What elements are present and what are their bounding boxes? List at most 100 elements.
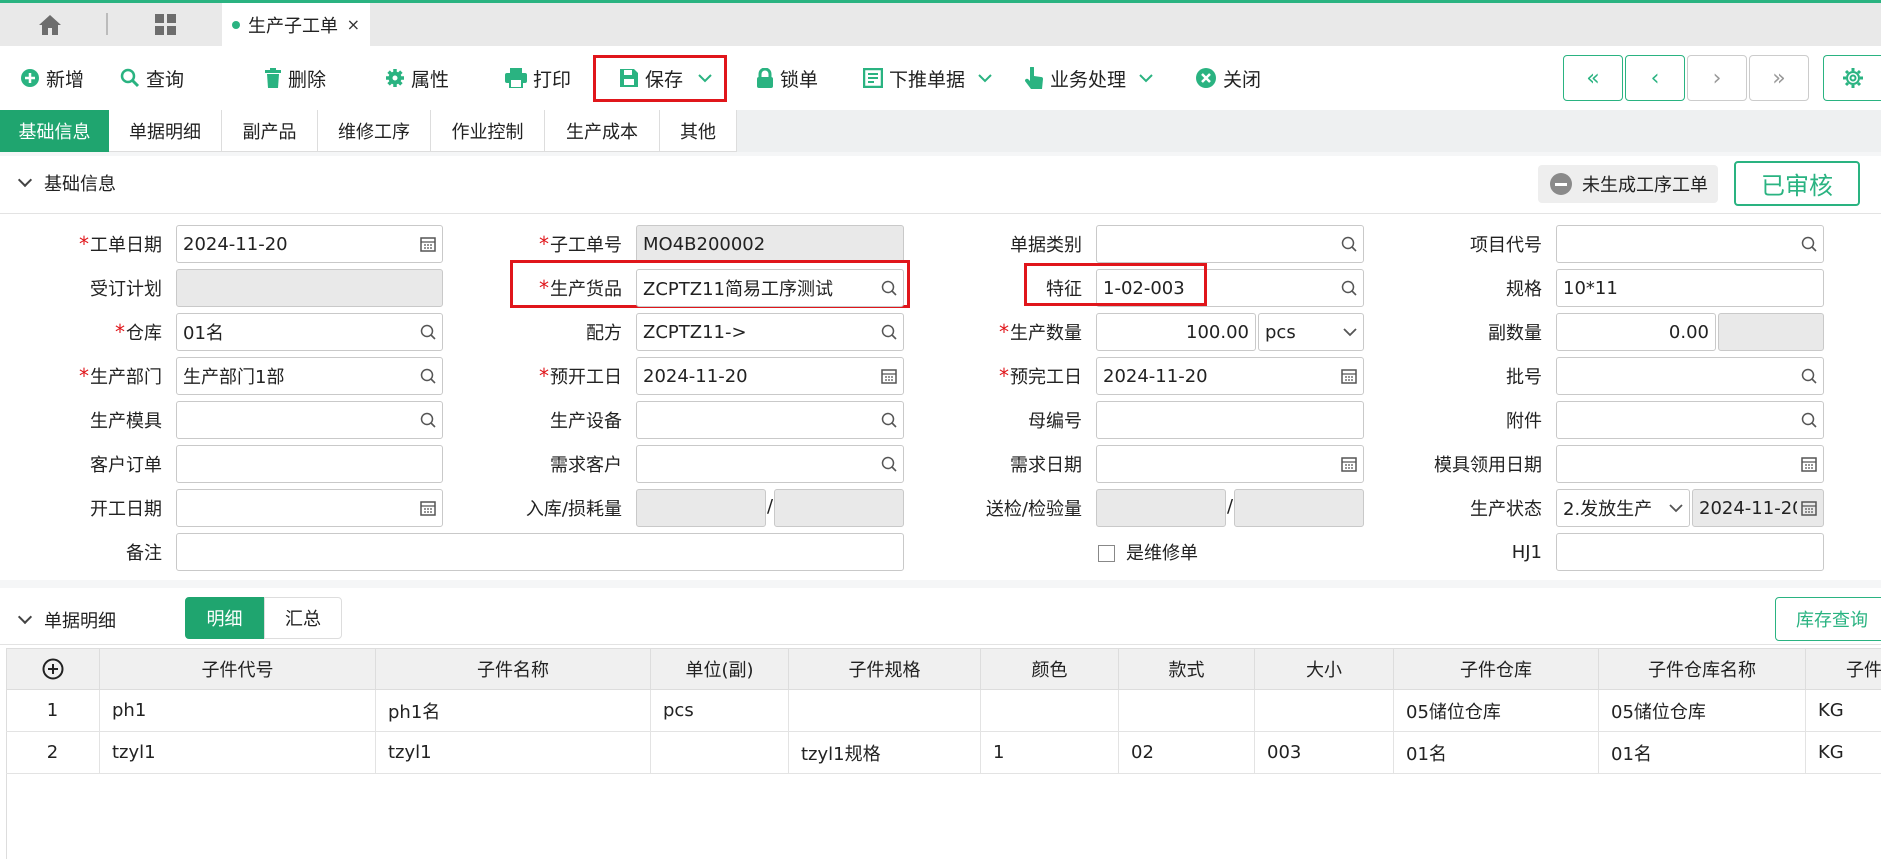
planned-end-field[interactable]: 2024-11-20 bbox=[1096, 357, 1364, 395]
plus-circle-icon[interactable] bbox=[42, 658, 64, 680]
tab-basic-info[interactable]: 基础信息 bbox=[0, 110, 109, 152]
table-cell[interactable]: 003 bbox=[1255, 732, 1394, 773]
search-icon[interactable] bbox=[1801, 412, 1817, 428]
mold-field[interactable] bbox=[176, 401, 443, 439]
chevron-down-icon[interactable] bbox=[1138, 73, 1154, 83]
chevron-down-icon[interactable] bbox=[697, 73, 713, 83]
tab-repair-process[interactable]: 维修工序 bbox=[318, 110, 431, 152]
table-cell[interactable]: ph1 bbox=[100, 690, 376, 731]
start-date-field[interactable] bbox=[176, 489, 443, 527]
basic-info-header[interactable]: 基础信息 bbox=[17, 170, 116, 196]
table-cell[interactable]: 05储位仓库 bbox=[1394, 690, 1599, 731]
hj1-field[interactable] bbox=[1556, 533, 1824, 571]
table-cell[interactable] bbox=[981, 690, 1119, 731]
attachment-field[interactable] bbox=[1556, 401, 1824, 439]
tab-doc-detail[interactable]: 单据明细 bbox=[109, 110, 222, 152]
is-repair-checkbox[interactable] bbox=[1098, 545, 1115, 562]
quantity-field[interactable]: 100.00 bbox=[1096, 313, 1256, 351]
search-icon[interactable] bbox=[420, 412, 436, 428]
business-button[interactable]: 业务处理 bbox=[1024, 60, 1154, 96]
save-button[interactable]: 保存 bbox=[619, 60, 713, 96]
previous-record-button[interactable]: ‹ bbox=[1625, 55, 1685, 101]
search-icon[interactable] bbox=[420, 368, 436, 384]
apps-tab[interactable] bbox=[112, 3, 220, 46]
print-button[interactable]: 打印 bbox=[505, 60, 571, 96]
department-field[interactable]: 生产部门1部 bbox=[176, 357, 443, 395]
table-cell[interactable]: tzyl1规格 bbox=[789, 732, 981, 773]
calendar-icon[interactable] bbox=[420, 500, 436, 516]
properties-button[interactable]: 属性 bbox=[385, 60, 449, 96]
push-doc-button[interactable]: 下推单据 bbox=[863, 60, 993, 96]
summary-view-toggle[interactable]: 汇总 bbox=[264, 597, 342, 639]
demand-customer-field[interactable] bbox=[636, 445, 904, 483]
calendar-icon[interactable] bbox=[1801, 456, 1817, 472]
column-header[interactable]: 子件代号 bbox=[100, 648, 376, 690]
first-record-button[interactable]: « bbox=[1563, 55, 1623, 101]
column-header[interactable]: 子件 bbox=[1806, 648, 1881, 690]
unit-select[interactable]: pcs bbox=[1258, 313, 1364, 351]
equipment-field[interactable] bbox=[636, 401, 904, 439]
table-cell[interactable]: 01名 bbox=[1599, 732, 1806, 773]
recipe-field[interactable]: ZCPTZ11-> bbox=[636, 313, 904, 351]
close-tab-icon[interactable]: × bbox=[347, 15, 360, 34]
home-tab[interactable] bbox=[0, 3, 100, 46]
search-icon[interactable] bbox=[1341, 280, 1357, 296]
production-status-select[interactable]: 2.发放生产 bbox=[1556, 489, 1690, 527]
detail-header[interactable]: 单据明细 bbox=[17, 607, 116, 633]
close-button[interactable]: 关闭 bbox=[1195, 60, 1261, 96]
table-cell[interactable] bbox=[1255, 690, 1394, 731]
search-icon[interactable] bbox=[1801, 368, 1817, 384]
table-cell[interactable] bbox=[789, 690, 981, 731]
search-icon[interactable] bbox=[881, 456, 897, 472]
tab-byproduct[interactable]: 副产品 bbox=[222, 110, 318, 152]
calendar-icon[interactable] bbox=[1341, 368, 1357, 384]
lock-button[interactable]: 锁单 bbox=[756, 60, 818, 96]
search-icon[interactable] bbox=[881, 280, 897, 296]
last-record-button[interactable]: » bbox=[1749, 55, 1809, 101]
table-cell[interactable]: tzyl1 bbox=[376, 732, 651, 773]
add-button[interactable]: 新增 bbox=[20, 60, 84, 96]
table-cell[interactable] bbox=[1119, 690, 1255, 731]
demand-date-field[interactable] bbox=[1096, 445, 1364, 483]
next-record-button[interactable]: › bbox=[1687, 55, 1747, 101]
table-cell[interactable]: pcs bbox=[651, 690, 789, 731]
tab-other[interactable]: 其他 bbox=[660, 110, 737, 152]
column-header[interactable]: 子件仓库名称 bbox=[1599, 648, 1806, 690]
calendar-icon[interactable] bbox=[1341, 456, 1357, 472]
spec-field[interactable]: 10*11 bbox=[1556, 269, 1824, 307]
doc-type-field[interactable] bbox=[1096, 225, 1364, 263]
stock-query-button[interactable]: 库存查询 bbox=[1775, 597, 1881, 641]
column-header[interactable]: 单位(副) bbox=[651, 648, 789, 690]
planned-start-field[interactable]: 2024-11-20 bbox=[636, 357, 904, 395]
table-cell[interactable]: 05储位仓库 bbox=[1599, 690, 1806, 731]
warehouse-field[interactable]: 01名 bbox=[176, 313, 443, 351]
table-cell[interactable]: tzyl1 bbox=[100, 732, 376, 773]
delete-button[interactable]: 删除 bbox=[264, 60, 326, 96]
calendar-icon[interactable] bbox=[420, 236, 436, 252]
settings-button[interactable] bbox=[1823, 55, 1881, 101]
column-header[interactable]: 子件名称 bbox=[376, 648, 651, 690]
mold-issue-date-field[interactable] bbox=[1556, 445, 1824, 483]
table-cell[interactable] bbox=[651, 732, 789, 773]
tab-production-cost[interactable]: 生产成本 bbox=[545, 110, 660, 152]
table-cell[interactable]: 1 bbox=[981, 732, 1119, 773]
search-icon[interactable] bbox=[881, 324, 897, 340]
column-header[interactable]: 款式 bbox=[1119, 648, 1255, 690]
customer-order-field[interactable] bbox=[176, 445, 443, 483]
table-cell[interactable]: 01名 bbox=[1394, 732, 1599, 773]
chevron-down-icon[interactable] bbox=[977, 73, 993, 83]
table-cell[interactable]: 02 bbox=[1119, 732, 1255, 773]
add-row-header[interactable] bbox=[6, 648, 100, 690]
project-code-field[interactable] bbox=[1556, 225, 1824, 263]
tab-production-suborder[interactable]: 生产子工单 × bbox=[222, 3, 370, 46]
table-cell[interactable]: KG bbox=[1806, 690, 1881, 731]
column-header[interactable]: 子件规格 bbox=[789, 648, 981, 690]
remark-field[interactable] bbox=[176, 533, 904, 571]
column-header[interactable]: 颜色 bbox=[981, 648, 1119, 690]
calendar-icon[interactable] bbox=[881, 368, 897, 384]
product-field[interactable]: ZCPTZ11简易工序测试 bbox=[636, 269, 904, 307]
search-icon[interactable] bbox=[420, 324, 436, 340]
search-icon[interactable] bbox=[1801, 236, 1817, 252]
search-icon[interactable] bbox=[1341, 236, 1357, 252]
column-header[interactable]: 子件仓库 bbox=[1394, 648, 1599, 690]
